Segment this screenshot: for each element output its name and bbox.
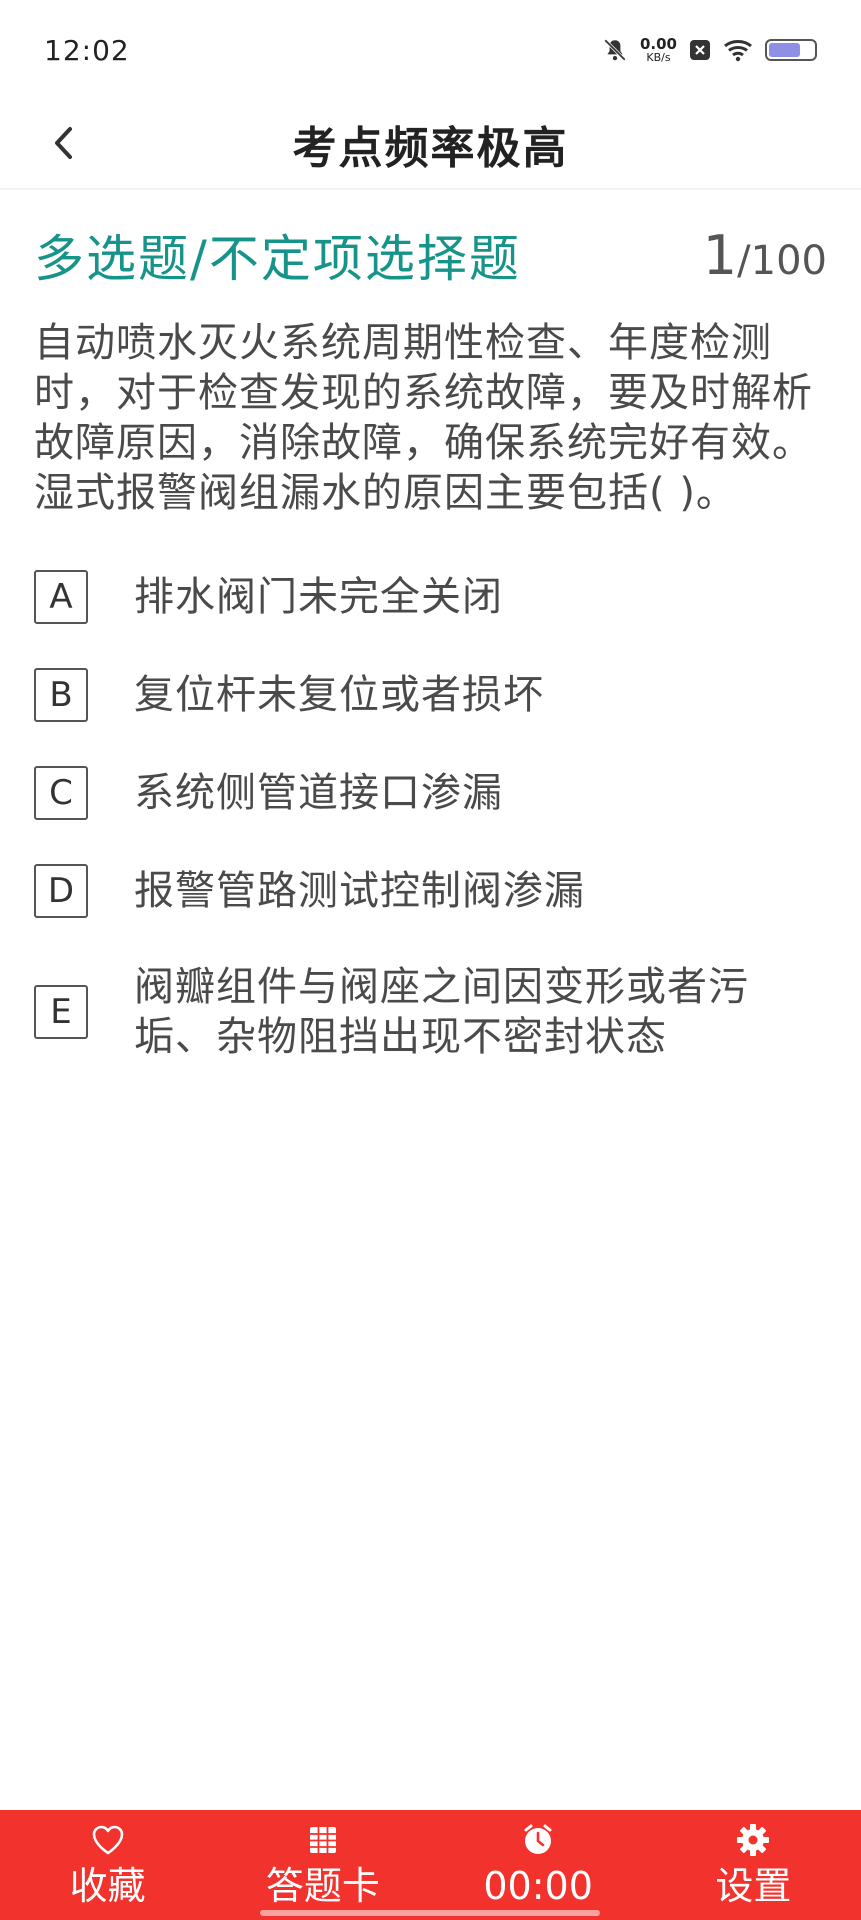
- question-separator: /: [737, 237, 751, 284]
- answer-sheet-label: 答题卡: [265, 1864, 380, 1908]
- favorite-button[interactable]: 收藏: [18, 1822, 198, 1908]
- net-speed-value: 0.00: [639, 35, 677, 53]
- question-total: 100: [750, 237, 827, 284]
- option-text: 系统侧管道接口渗漏: [134, 770, 503, 816]
- option-a[interactable]: A 排水阀门未完全关闭: [34, 570, 821, 624]
- battery-fill: [769, 43, 800, 57]
- net-speed: 0.00 KB/s: [639, 35, 677, 64]
- timer-button[interactable]: 00:00: [448, 1822, 628, 1908]
- question-current: 1: [702, 223, 738, 287]
- question-type: 多选题/不定项选择题: [34, 230, 521, 288]
- question-counter: 1 / 100: [703, 224, 827, 287]
- chevron-left-icon: [52, 126, 74, 164]
- status-icons: 0.00 KB/s: [602, 37, 817, 63]
- option-c[interactable]: C 系统侧管道接口渗漏: [34, 766, 821, 820]
- bottom-bar: 收藏 答题卡 00:00 设置: [0, 1810, 861, 1920]
- option-key: C: [34, 766, 88, 820]
- timer-label: 00:00: [483, 1864, 593, 1908]
- page: 12:02 0.00 KB/s 考点频率极高 多选题/不定项选择题 1 / 10…: [0, 0, 861, 1920]
- page-title: 考点频率极高: [292, 123, 569, 174]
- option-key: E: [34, 985, 88, 1039]
- option-key: A: [34, 570, 88, 624]
- wifi-icon: [723, 38, 753, 62]
- option-text: 阀瓣组件与阀座之间因变形或者污垢、杂物阻挡出现不密封状态: [134, 964, 749, 1060]
- back-button[interactable]: [36, 118, 90, 172]
- option-text: 复位杆未复位或者损坏: [134, 672, 544, 718]
- grid-icon: [308, 1822, 338, 1858]
- question-header: 多选题/不定项选择题 1 / 100: [34, 215, 827, 295]
- settings-label: 设置: [715, 1864, 792, 1908]
- option-text: 报警管路测试控制阀渗漏: [134, 868, 585, 914]
- mute-bell-icon: [602, 37, 628, 63]
- question-stem: 自动喷水灭火系统周期性检查、年度检测时，对于检查发现的系统故障，要及时解析故障原…: [34, 320, 813, 516]
- answer-sheet-button[interactable]: 答题卡: [233, 1822, 413, 1908]
- favorite-label: 收藏: [69, 1864, 146, 1908]
- gear-icon: [735, 1822, 771, 1858]
- sim-x-icon: [689, 38, 711, 62]
- battery-icon: [765, 39, 817, 61]
- title-bar: 考点频率极高: [0, 100, 861, 190]
- option-b[interactable]: B 复位杆未复位或者损坏: [34, 668, 821, 722]
- option-e[interactable]: E 阀瓣组件与阀座之间因变形或者污垢、杂物阻挡出现不密封状态: [34, 962, 821, 1062]
- option-key: B: [34, 668, 88, 722]
- settings-button[interactable]: 设置: [663, 1822, 843, 1908]
- option-d[interactable]: D 报警管路测试控制阀渗漏: [34, 864, 821, 918]
- heart-icon: [91, 1822, 125, 1858]
- clock-icon: [521, 1822, 555, 1858]
- status-bar: 12:02 0.00 KB/s: [0, 0, 861, 100]
- options-list: A 排水阀门未完全关闭 B 复位杆未复位或者损坏 C 系统侧管道接口渗漏 D 报…: [34, 570, 821, 1106]
- option-key: D: [34, 864, 88, 918]
- option-text: 排水阀门未完全关闭: [134, 574, 503, 620]
- status-time: 12:02: [44, 33, 130, 67]
- net-speed-unit: KB/s: [646, 51, 671, 64]
- home-indicator[interactable]: [260, 1910, 600, 1916]
